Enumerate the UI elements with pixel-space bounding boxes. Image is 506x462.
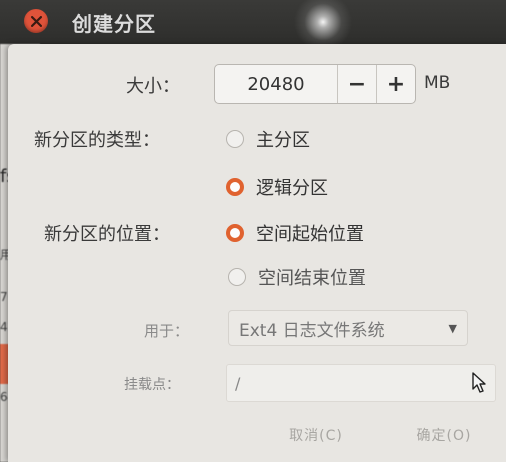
create-partition-dialog: 大小： 20480 − + MB 新分区的类型： 主分区 逻辑分区 新分区的位置… (8, 44, 506, 462)
radio-end-of-space-label[interactable]: 空间结束位置 (258, 264, 366, 290)
mount-point-label: 挂载点： (124, 377, 180, 393)
chevron-down-icon: ▼ (448, 321, 457, 335)
filesystem-dropdown[interactable]: Ext4 日志文件系统 ▼ (228, 310, 468, 346)
radio-primary-partition[interactable] (226, 130, 244, 148)
radio-logical-partition[interactable] (226, 178, 244, 196)
radio-end-of-space[interactable] (228, 268, 246, 286)
size-label: 大小： (126, 76, 180, 97)
radio-start-of-space[interactable] (226, 224, 244, 242)
ok-button[interactable]: 确定(O) (404, 420, 484, 450)
title-bar: 创建分区 (0, 0, 506, 44)
radio-start-of-space-label[interactable]: 空间起始位置 (256, 220, 364, 246)
close-button[interactable] (24, 9, 48, 33)
radio-logical-partition-label[interactable]: 逻辑分区 (256, 174, 328, 200)
mount-point-value: / (235, 373, 241, 393)
size-spinbox[interactable]: 20480 − + (214, 64, 416, 104)
cancel-button[interactable]: 取消(C) (276, 420, 356, 450)
use-as-label: 用于： (144, 322, 190, 340)
window-title: 创建分区 (72, 12, 156, 36)
partition-location-label: 新分区的位置： (44, 224, 170, 245)
mount-point-input[interactable]: / (226, 364, 496, 402)
partition-type-label: 新分区的类型： (34, 130, 160, 151)
radio-primary-partition-label[interactable]: 主分区 (256, 126, 310, 152)
close-icon (30, 15, 42, 27)
size-input[interactable]: 20480 (215, 65, 337, 103)
size-unit: MB (424, 73, 451, 93)
screen-glare (288, 0, 358, 44)
mouse-cursor-icon (472, 372, 486, 393)
size-increment-button[interactable]: + (376, 65, 415, 103)
size-decrement-button[interactable]: − (337, 65, 376, 103)
filesystem-selected: Ext4 日志文件系统 (239, 320, 385, 341)
